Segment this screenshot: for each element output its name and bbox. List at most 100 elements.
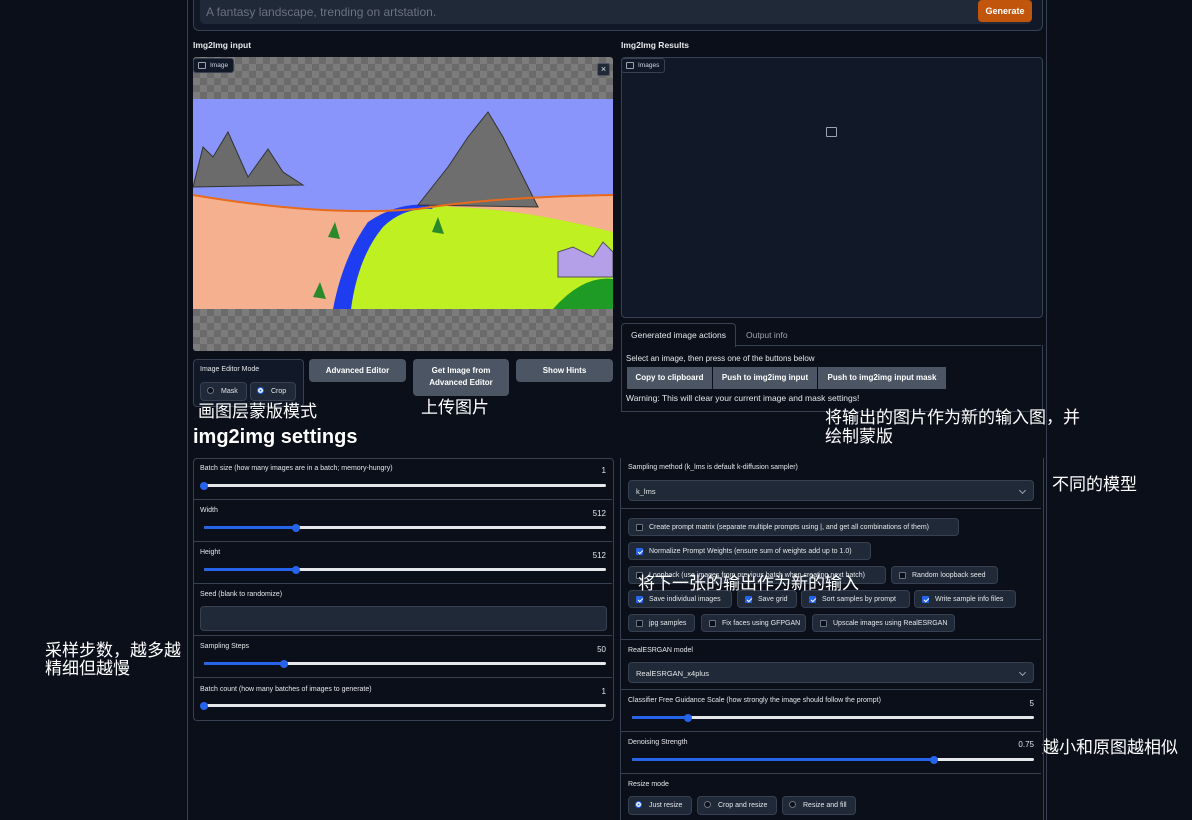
width-label: Width <box>200 507 218 514</box>
cfg-scale-value: 5 <box>1029 699 1034 708</box>
row-separator <box>621 731 1041 732</box>
mode-mask-radio[interactable]: Mask <box>200 382 247 401</box>
batch-count-thumb[interactable] <box>200 702 208 710</box>
landscape-drawing <box>193 99 613 309</box>
chevron-down-icon <box>1018 668 1027 677</box>
img2img-settings-title: img2img settings <box>193 426 358 448</box>
row-separator <box>194 499 612 500</box>
cfg-scale-slider[interactable] <box>632 716 1034 719</box>
batch-count-slider[interactable] <box>204 704 606 707</box>
height-slider[interactable] <box>204 568 606 571</box>
close-icon[interactable]: × <box>597 63 610 76</box>
sampler-label: Sampling method (k_lms is default k-diff… <box>628 464 798 471</box>
batch-count-label: Batch count (how many batches of images … <box>200 686 372 693</box>
checkbox-icon <box>820 620 827 627</box>
images-icon <box>626 62 634 69</box>
realesrgan-model-select[interactable]: RealESRGAN_x4plus <box>628 662 1034 683</box>
checkbox-checked-icon <box>809 596 816 603</box>
checkbox-icon <box>709 620 716 627</box>
sampler-select[interactable]: k_lms <box>628 480 1034 501</box>
left-settings-panel <box>193 458 614 721</box>
batch-size-slider[interactable] <box>204 484 606 487</box>
advanced-editor-button[interactable]: Advanced Editor <box>309 359 406 382</box>
denoising-strength-value: 0.75 <box>1018 740 1034 749</box>
checkbox-label: Create prompt matrix (separate multiple … <box>649 524 929 531</box>
checkbox-label: Random loopback seed <box>912 572 986 579</box>
sampling-steps-slider[interactable] <box>204 662 606 665</box>
row-separator <box>621 639 1041 640</box>
checkbox-realesrgan[interactable]: Upscale images using RealESRGAN <box>812 614 955 632</box>
checkbox-gfpgan[interactable]: Fix faces using GFPGAN <box>701 614 806 632</box>
checkbox-random-loopback-seed[interactable]: Random loopback seed <box>891 566 998 584</box>
annotation-steps-1: 采样步数，越多越 <box>45 641 181 661</box>
radio-label: Crop and resize <box>718 802 768 809</box>
denoising-strength-label: Denoising Strength <box>628 739 688 746</box>
prompt-input[interactable]: A fantasy landscape, trending on artstat… <box>200 0 1032 24</box>
width-value: 512 <box>592 509 606 518</box>
checkbox-write-sample-info[interactable]: Write sample info files <box>914 590 1016 608</box>
resize-crop-and-resize-radio[interactable]: Crop and resize <box>697 796 777 815</box>
checkbox-label: Save individual images <box>649 596 721 603</box>
checkbox-checked-icon <box>636 548 643 555</box>
mode-crop-radio[interactable]: Crop <box>250 382 296 401</box>
checkbox-checked-icon <box>636 596 643 603</box>
denoising-strength-thumb[interactable] <box>929 756 938 764</box>
get-image-label-1: Get Image from <box>431 366 491 375</box>
realesrgan-model-value: RealESRGAN_x4plus <box>636 669 709 678</box>
radio-selected-icon <box>635 801 642 808</box>
annotation-upload: 上传图片 <box>421 398 489 418</box>
image-tag: Image <box>193 58 235 73</box>
batch-size-thumb[interactable] <box>200 482 208 490</box>
checkbox-label: Normalize Prompt Weights (ensure sum of … <box>649 548 852 555</box>
checkbox-label: Write sample info files <box>935 596 1004 603</box>
editor-mode-label: Image Editor Mode <box>200 366 260 373</box>
sampling-steps-label: Sampling Steps <box>200 643 250 650</box>
checkbox-prompt-matrix[interactable]: Create prompt matrix (separate multiple … <box>628 518 959 536</box>
image-icon <box>198 62 206 69</box>
checkbox-label: Sort samples by prompt <box>822 596 896 603</box>
get-image-label-2: Advanced Editor <box>429 378 493 387</box>
checkbox-icon <box>899 572 906 579</box>
denoising-strength-slider[interactable] <box>632 758 1034 761</box>
mode-crop-label: Crop <box>271 388 287 395</box>
push-to-img2img-input-button[interactable]: Push to img2img input <box>713 367 817 389</box>
resize-just-resize-radio[interactable]: Just resize <box>628 796 692 815</box>
row-separator <box>194 583 612 584</box>
push-to-img2img-mask-button[interactable]: Push to img2img input mask <box>818 367 946 389</box>
height-label: Height <box>200 549 221 556</box>
batch-size-value: 1 <box>601 466 606 475</box>
radio-label: Resize and fill <box>803 802 847 809</box>
annotation-loopback: 将下一张的输出作为新的输入 <box>638 574 859 594</box>
checkbox-icon <box>636 620 643 627</box>
image-editor-canvas[interactable] <box>193 57 613 351</box>
get-image-button[interactable]: Get Image from Advanced Editor <box>413 359 509 396</box>
chevron-down-icon <box>1018 486 1027 495</box>
row-separator <box>194 677 612 678</box>
checkbox-jpg-samples[interactable]: jpg samples <box>628 614 695 632</box>
actions-warning: Warning: This will clear your current im… <box>626 393 860 403</box>
tab-generated-actions[interactable]: Generated image actions <box>621 323 736 347</box>
resize-and-fill-radio[interactable]: Resize and fill <box>782 796 856 815</box>
row-separator <box>621 773 1041 774</box>
images-tag: Images <box>621 58 666 73</box>
annotation-different-model: 不同的模型 <box>1052 475 1137 495</box>
height-value: 512 <box>592 551 606 560</box>
generate-button[interactable]: Generate <box>978 0 1032 22</box>
sampler-value: k_lms <box>636 487 656 496</box>
mode-mask-label: Mask <box>221 388 238 395</box>
tab-output-info[interactable]: Output info <box>746 330 788 340</box>
width-slider[interactable] <box>204 526 606 529</box>
radio-mask-icon <box>207 387 214 394</box>
sampling-steps-value: 50 <box>597 645 606 654</box>
checkbox-normalize-weights[interactable]: Normalize Prompt Weights (ensure sum of … <box>628 542 871 560</box>
radio-icon <box>704 801 711 808</box>
checkbox-label: Save grid <box>758 596 788 603</box>
copy-to-clipboard-button[interactable]: Copy to clipboard <box>627 367 712 389</box>
img2img-input-title: Img2Img input <box>193 40 252 50</box>
show-hints-button[interactable]: Show Hints <box>516 359 613 382</box>
tab-generated-actions-label: Generated image actions <box>631 330 726 340</box>
annotation-denoise: 越小和原图越相似 <box>1042 738 1178 758</box>
seed-input[interactable] <box>200 606 607 631</box>
results-gallery[interactable] <box>621 57 1043 318</box>
annotation-mask-mode: 画图层蒙版模式 <box>198 402 317 422</box>
